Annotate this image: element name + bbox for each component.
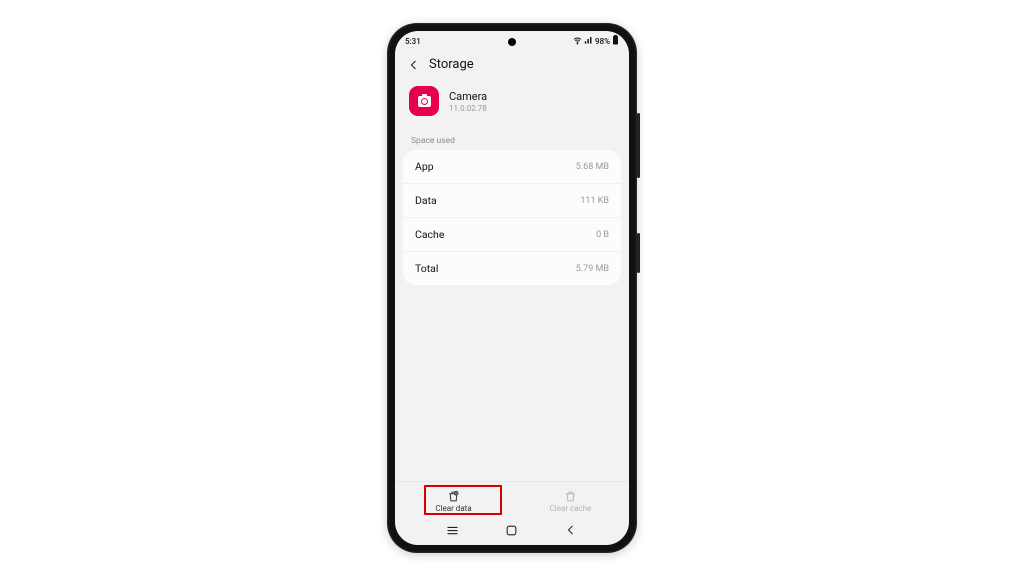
row-label: Cache [415, 228, 444, 241]
nav-back-button[interactable] [563, 522, 579, 538]
page-header: Storage [395, 51, 629, 82]
screen: 5:31 98% Storage [395, 31, 629, 545]
signal-icon [584, 36, 593, 47]
clear-cache-button[interactable]: Clear cache [512, 482, 629, 519]
app-version: 11.0.02.78 [449, 104, 487, 113]
row-label: Data [415, 194, 437, 207]
row-value: 111 KB [580, 196, 609, 206]
battery-percent: 98% [595, 37, 610, 46]
back-button[interactable] [407, 58, 421, 72]
page-title: Storage [429, 57, 474, 72]
row-cache: Cache 0 B [403, 218, 621, 252]
status-time: 5:31 [405, 37, 421, 46]
volume-button [637, 113, 640, 178]
wifi-icon [573, 36, 582, 47]
section-label: Space used [403, 130, 621, 150]
row-label: Total [415, 262, 438, 275]
row-total: Total 5.79 MB [403, 252, 621, 285]
row-data: Data 111 KB [403, 184, 621, 218]
row-value: 5.79 MB [576, 264, 609, 274]
row-label: App [415, 160, 434, 173]
home-button[interactable] [504, 522, 520, 538]
recents-button[interactable] [445, 522, 461, 538]
row-value: 0 B [596, 230, 609, 240]
action-label: Clear data [435, 504, 471, 513]
clear-data-button[interactable]: Clear data [395, 482, 512, 519]
phone-frame: 5:31 98% Storage [387, 23, 637, 553]
action-label: Clear cache [550, 504, 592, 513]
row-app: App 5.68 MB [403, 150, 621, 184]
camera-icon [418, 96, 431, 107]
power-button [637, 233, 640, 273]
content-area: Camera 11.0.02.78 Space used App 5.68 MB… [395, 82, 629, 481]
storage-card: App 5.68 MB Data 111 KB Cache 0 B Total … [403, 150, 621, 285]
front-camera [508, 38, 516, 46]
trash-icon [447, 490, 461, 502]
app-header: Camera 11.0.02.78 [403, 82, 621, 130]
trash-icon [564, 490, 578, 502]
row-value: 5.68 MB [576, 162, 609, 172]
app-name: Camera [449, 90, 487, 103]
app-icon [409, 86, 439, 116]
battery-icon [612, 35, 619, 47]
nav-bar [395, 519, 629, 545]
bottom-action-bar: Clear data Clear cache [395, 481, 629, 519]
